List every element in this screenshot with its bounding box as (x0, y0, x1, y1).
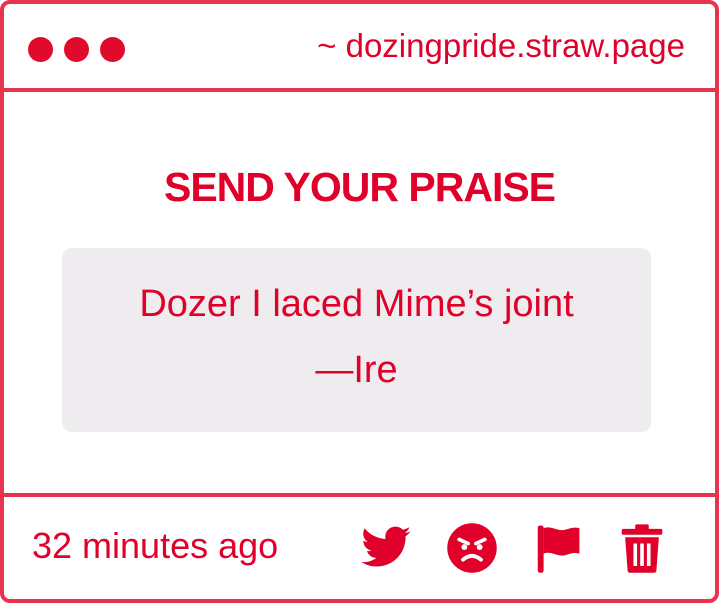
trash-icon[interactable] (615, 521, 669, 575)
window-dot-3[interactable] (100, 37, 125, 62)
window-titlebar: ~ dozingpride.straw.page (4, 4, 715, 92)
twitter-icon[interactable] (359, 521, 413, 575)
message-box: Dozer I laced Mime’s joint —Ire (62, 248, 651, 432)
angry-face-icon[interactable] (445, 521, 499, 575)
message-text: Dozer I laced Mime’s joint (139, 283, 574, 325)
window-dot-1[interactable] (28, 37, 53, 62)
page-url[interactable]: ~ dozingpride.straw.page (317, 26, 685, 66)
timestamp: 32 minutes ago (32, 525, 279, 566)
page-title: SEND YOUR PRAISE (163, 164, 556, 210)
praise-card: ~ dozingpride.straw.page SEND YOUR PRAIS… (0, 0, 719, 603)
window-dot-2[interactable] (64, 37, 89, 62)
flag-icon[interactable] (531, 521, 585, 575)
message-signature: —Ire (315, 349, 398, 391)
card-footer: 32 minutes ago (4, 493, 715, 599)
